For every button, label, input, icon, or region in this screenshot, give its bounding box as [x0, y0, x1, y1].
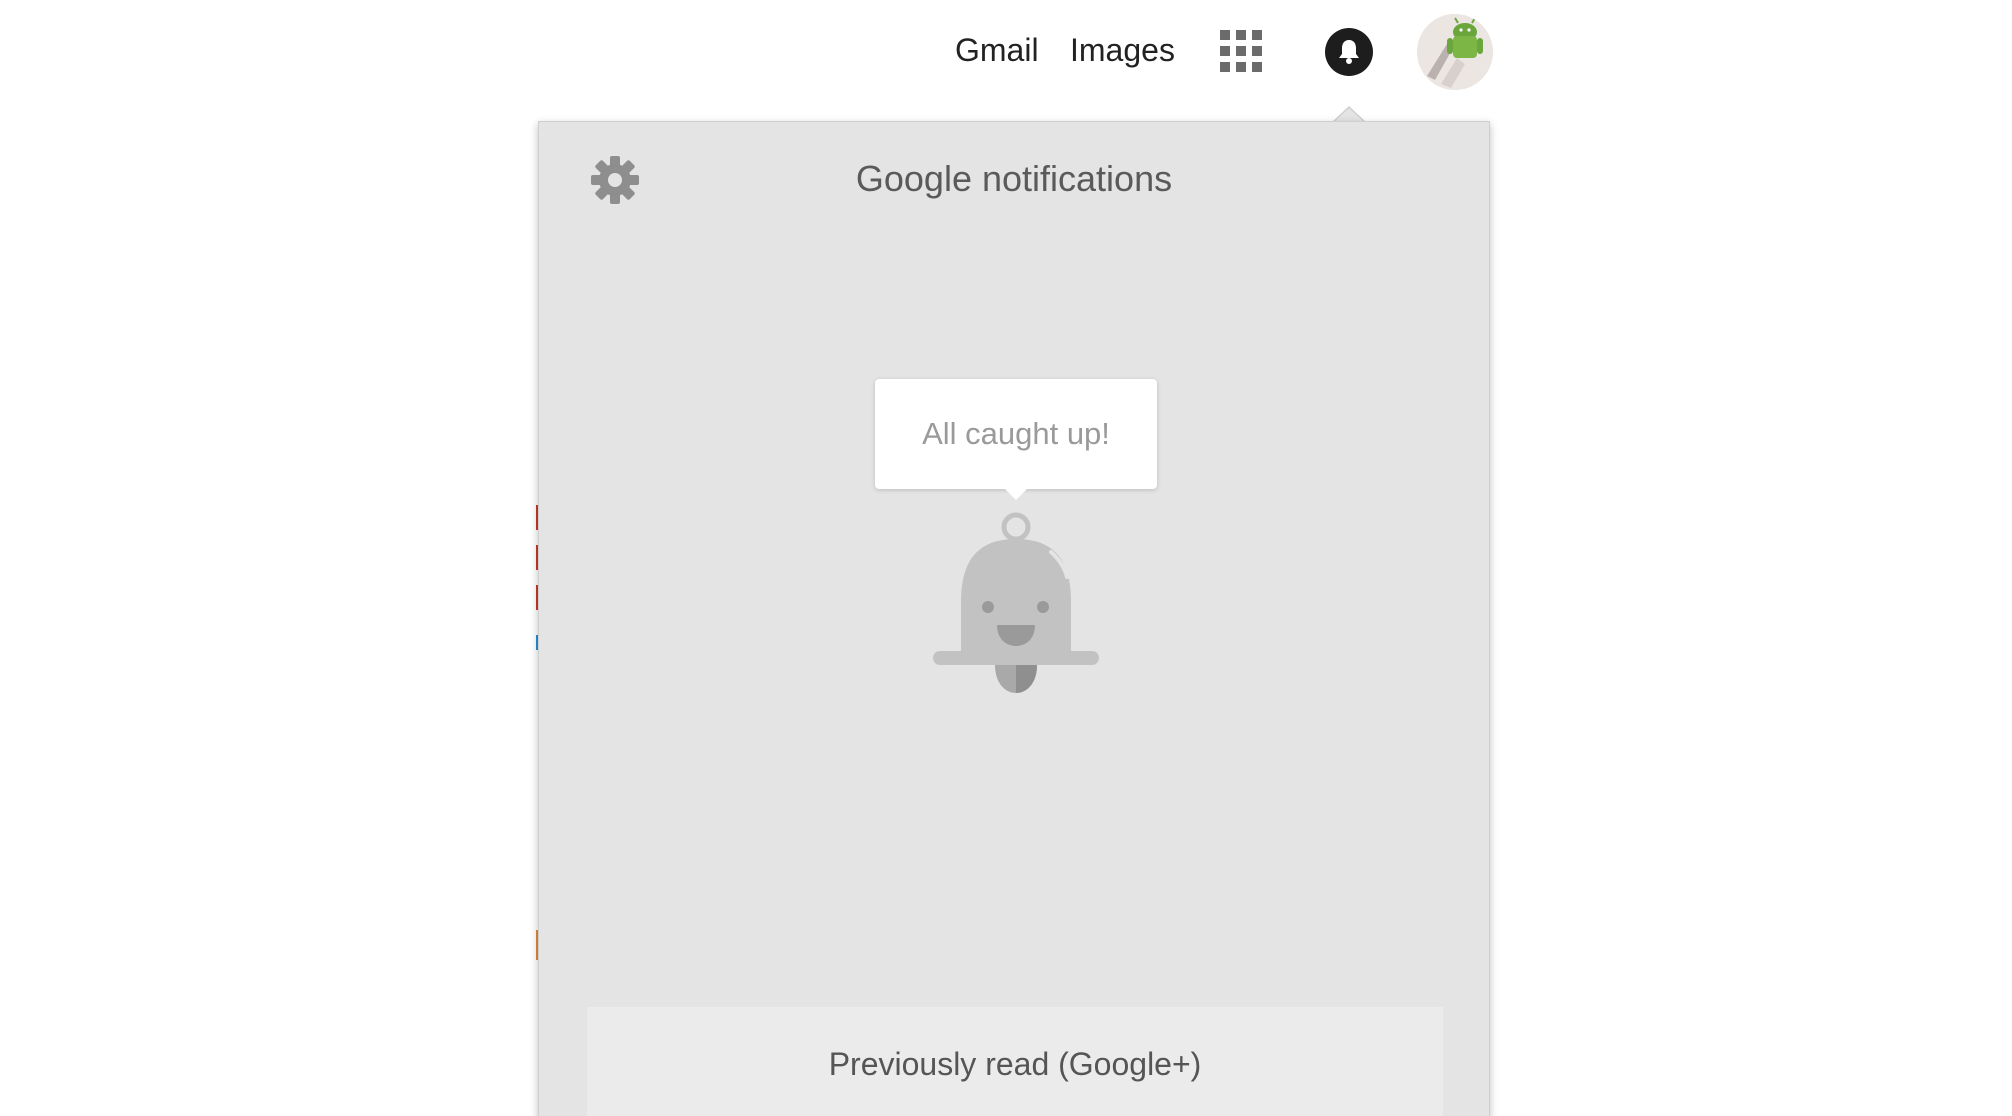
- notifications-panel: Google notifications All caught up! Prev…: [538, 121, 1490, 1116]
- gmail-link[interactable]: Gmail: [955, 30, 1039, 70]
- images-link[interactable]: Images: [1070, 30, 1175, 70]
- bell-icon: [1339, 40, 1359, 64]
- panel-pointer-fill: [1334, 108, 1364, 122]
- bubble-tail: [1004, 488, 1028, 500]
- smiling-bell-icon: [929, 507, 1103, 699]
- notifications-button[interactable]: [1325, 28, 1373, 76]
- previously-read-link[interactable]: Previously read (Google+): [587, 1007, 1443, 1116]
- all-caught-up-message: All caught up!: [875, 379, 1157, 489]
- android-avatar-icon: [1417, 14, 1493, 90]
- account-avatar[interactable]: [1417, 14, 1493, 90]
- apps-grid-icon[interactable]: [1220, 30, 1262, 72]
- page: Gmail Images Google notifications All ca…: [0, 0, 2012, 1116]
- panel-title: Google notifications: [855, 158, 1173, 199]
